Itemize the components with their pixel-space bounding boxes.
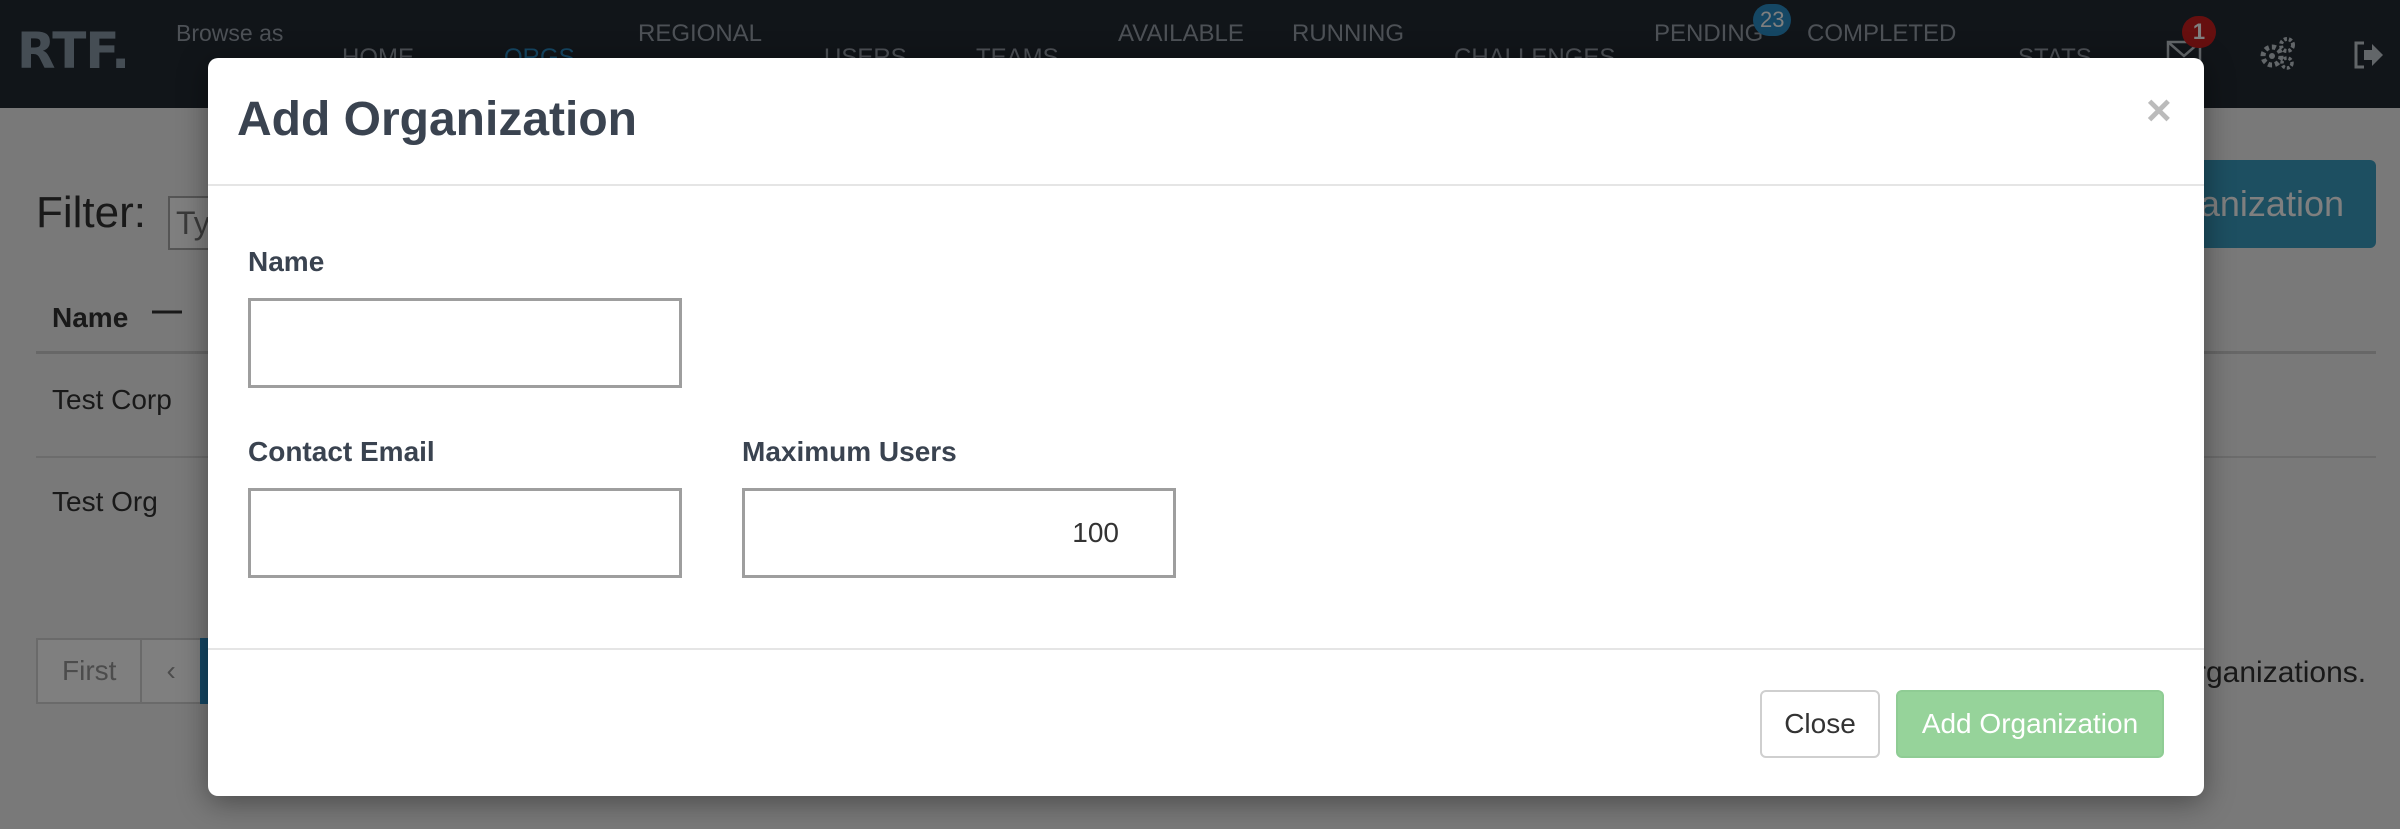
maximum-users-label: Maximum Users [742,436,957,467]
maximum-users-input[interactable] [742,488,1176,578]
name-label: Name [248,246,325,277]
close-icon[interactable]: × [2146,86,2172,136]
close-button[interactable]: Close [1760,690,1880,758]
modal-title: Add Organization [237,93,637,146]
contact-email-label: Contact Email [248,436,435,467]
add-organization-modal: Add Organization × Name Contact Email Ma… [208,58,2204,796]
modal-footer: Close Add Organization [208,648,2204,796]
modal-header: Add Organization × [208,58,2204,186]
submit-add-organization-button[interactable]: Add Organization [1896,690,2164,758]
name-input[interactable] [248,298,682,388]
contact-email-input[interactable] [248,488,682,578]
